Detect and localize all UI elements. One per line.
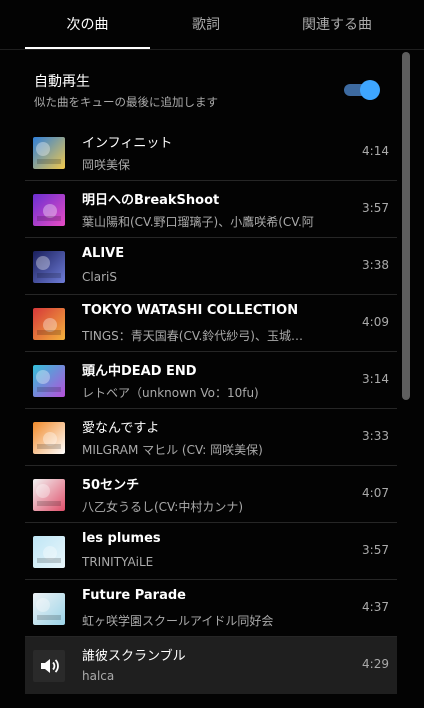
song-duration: 4:07: [362, 486, 389, 500]
queue-item[interactable]: 明日へのBreakShoot 葉山陽和(CV.野口瑠璃子)、小鷹咲希(CV.阿 3:…: [25, 181, 397, 238]
song-duration: 3:14: [362, 372, 389, 386]
song-duration: 4:37: [362, 600, 389, 614]
song-artist: 葉山陽和(CV.野口瑠璃子)、小鷹咲希(CV.阿: [82, 215, 314, 229]
autoplay-section: 自動再生 似た曲をキューの最後に追加します: [0, 50, 424, 126]
song-duration: 3:38: [362, 258, 389, 272]
song-title: TOKYO WATASHI COLLECTION: [82, 303, 299, 318]
song-artist: ClariS: [82, 270, 117, 284]
scrollbar-thumb[interactable]: [402, 52, 410, 400]
album-art-infinite-thumbnail: [33, 137, 65, 169]
song-title: 50センチ: [82, 478, 140, 493]
queue-item[interactable]: Future Parade 虹ヶ咲学園スクールアイドル同好会 4:37: [25, 580, 397, 637]
queue-item[interactable]: 頭ん中DEAD END レトベア（unknown Vo：10fu) 3:14: [25, 352, 397, 409]
song-artist: TRINITYAiLE: [82, 555, 154, 569]
autoplay-description: 似た曲をキューの最後に追加します: [34, 95, 218, 109]
song-artist: 八乙女うるし(CV:中村カンナ): [82, 500, 244, 514]
song-title: ALIVE: [82, 246, 125, 261]
queue-item[interactable]: TOKYO WATASHI COLLECTION TINGS：青天国春(CV.鈴代…: [25, 295, 397, 352]
autoplay-title: 自動再生: [34, 74, 90, 90]
now-playing-speaker-icon: [33, 650, 65, 682]
song-duration: 3:57: [362, 543, 389, 557]
album-art-tokyo-watashi-thumbnail: [33, 308, 65, 340]
song-duration: 4:14: [362, 144, 389, 158]
song-artist: halca: [82, 669, 115, 683]
album-art-alive-thumbnail: [33, 251, 65, 283]
song-artist: 虹ヶ咲学園スクールアイドル同好会: [82, 614, 274, 628]
autoplay-toggle[interactable]: [342, 80, 380, 100]
queue-item[interactable]: les plumes TRINITYAiLE 3:57: [25, 523, 397, 580]
queue-item[interactable]: インフィニット 岡咲美保 4:14: [25, 124, 397, 181]
queue-item-now-playing[interactable]: 誰彼スクランブル halca 4:29: [25, 637, 397, 694]
tab-bar: 次の曲 歌詞 関連する曲: [0, 0, 424, 50]
song-title: 明日へのBreakShoot: [82, 193, 220, 208]
queue-item[interactable]: 愛なんですよ MILGRAM マヒル (CV: 岡咲美保) 3:33: [25, 409, 397, 466]
tab-up-next[interactable]: 次の曲: [25, 0, 150, 50]
queue-panel: 次の曲 歌詞 関連する曲 自動再生 似た曲をキューの最後に追加します インフィニ…: [0, 0, 424, 708]
queue-item[interactable]: ALIVE ClariS 3:38: [25, 238, 397, 295]
song-artist: レトベア（unknown Vo：10fu): [82, 386, 259, 400]
album-art-future-parade-thumbnail: [33, 593, 65, 625]
song-title: 頭ん中DEAD END: [82, 364, 197, 379]
song-title: インフィニット: [82, 136, 173, 151]
song-title: les plumes: [82, 531, 161, 546]
active-tab-indicator: [25, 47, 150, 49]
album-art-les-plumes-thumbnail: [33, 536, 65, 568]
song-title: 愛なんですよ: [82, 421, 160, 436]
album-art-dead-end-thumbnail: [33, 365, 65, 397]
tab-lyrics[interactable]: 歌詞: [150, 0, 262, 50]
song-title: Future Parade: [82, 588, 186, 603]
song-artist: TINGS：青天国春(CV.鈴代紗弓)、玉城…: [82, 329, 303, 343]
song-artist: MILGRAM マヒル (CV: 岡咲美保): [82, 443, 263, 457]
album-art-breakshoot-thumbnail: [33, 194, 65, 226]
album-art-ai-nandesuyo-thumbnail: [33, 422, 65, 454]
tab-related[interactable]: 関連する曲: [270, 0, 404, 50]
queue-item[interactable]: 50センチ八乙女うるし(CV:中村カンナ) 4:07: [25, 466, 397, 523]
song-duration: 4:09: [362, 315, 389, 329]
song-duration: 3:33: [362, 429, 389, 443]
toggle-thumb: [360, 80, 380, 100]
song-duration: 3:57: [362, 201, 389, 215]
song-artist: 岡咲美保: [82, 158, 131, 172]
album-art-50cm-thumbnail: [33, 479, 65, 511]
song-duration: 4:29: [362, 657, 389, 671]
song-title: 誰彼スクランブル: [82, 649, 186, 664]
